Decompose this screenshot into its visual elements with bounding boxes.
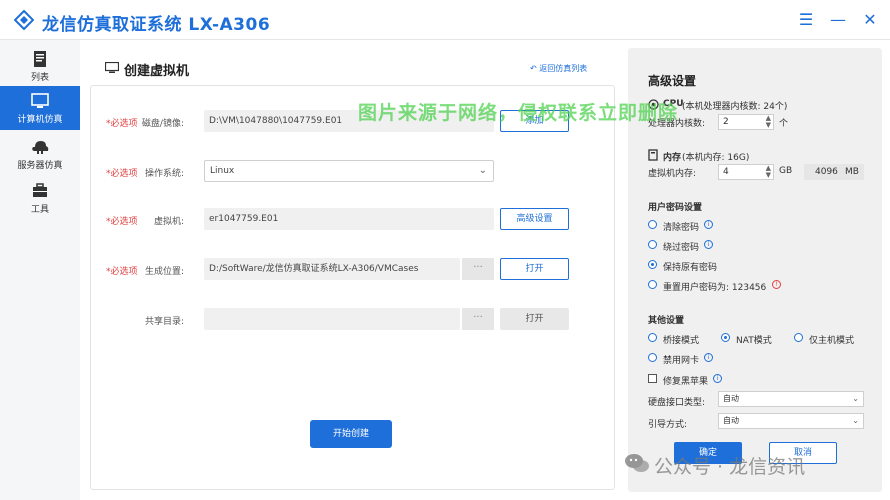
password-heading: 用户密码设置	[648, 203, 703, 213]
nat-mode-radio[interactable]	[721, 333, 730, 342]
bypass-password-label: 绕过密码	[663, 243, 700, 253]
sidebar-item-label: 服务器仿真	[17, 161, 63, 171]
keep-password-label: 保持原有密码	[663, 263, 718, 273]
start-create-button[interactable]: 开始创建	[310, 420, 392, 448]
keep-password-radio[interactable]	[648, 260, 657, 269]
monitor-small-icon	[105, 62, 119, 73]
close-icon[interactable]: ✕	[860, 10, 880, 30]
reset-password-radio[interactable]	[648, 280, 657, 289]
output-location-field[interactable]: D:/SoftWare/龙信仿真取证系统LX-A306/VMCases	[204, 258, 460, 280]
clear-password-label: 清除密码	[663, 223, 700, 233]
sidebar: 列表 计算机仿真 服务器仿真 工具	[0, 40, 80, 500]
advanced-title: 高级设置	[648, 74, 697, 88]
boot-mode-select[interactable]: 自动 ⌄	[718, 413, 864, 429]
back-arrow-icon: ↶	[530, 64, 537, 73]
chevron-down-icon: ⌄	[478, 165, 487, 176]
nat-mode-label: NAT模式	[736, 336, 772, 346]
disk-label: 磁盘/镜像:	[141, 119, 184, 129]
app-logo-icon	[14, 10, 34, 30]
sidebar-item-computer-sim[interactable]: 计算机仿真	[0, 86, 80, 130]
info-icon: i	[704, 240, 713, 249]
memory-heading: 内存	[663, 153, 682, 163]
share-dir-label: 共享目录:	[144, 317, 184, 327]
watermark-text-top: 图片来源于网络，侵权联系立即删除	[358, 102, 679, 124]
stepper-arrows-icon: ▲ ▼	[765, 114, 771, 129]
warning-icon: !	[772, 280, 781, 289]
stepper-arrows-icon: ▲ ▼	[765, 164, 771, 179]
other-settings-heading: 其他设置	[648, 316, 685, 326]
sidebar-item-label: 列表	[30, 73, 49, 83]
disable-nic-radio[interactable]	[648, 353, 657, 362]
cpu-unit: 个	[779, 119, 789, 129]
boot-mode-label: 引导方式:	[648, 420, 688, 430]
disk-interface-select[interactable]: 自动 ⌄	[718, 391, 864, 407]
os-label: 操作系统:	[144, 169, 184, 179]
location-label: 生成位置:	[144, 267, 184, 277]
browse-share-button[interactable]: ···	[462, 308, 494, 330]
os-select[interactable]: Linux ⌄	[204, 160, 494, 182]
title-bar: 龙信仿真取证系统 LX-A306 ☰ — ✕	[0, 0, 890, 40]
wechat-icon	[625, 454, 649, 472]
app-title: 龙信仿真取证系统 LX-A306	[42, 15, 271, 35]
chevron-down-icon: ⌄	[852, 394, 859, 403]
memory-mb-field: 4096 MB	[804, 164, 864, 180]
cpu-cores-stepper[interactable]: 2 ▲ ▼	[718, 114, 774, 130]
host-only-label: 仅主机模式	[809, 336, 855, 346]
bridge-mode-label: 桥接模式	[663, 336, 700, 346]
chevron-down-icon: ⌄	[852, 416, 859, 425]
info-icon: i	[704, 353, 713, 362]
reset-password-label: 重置用户密码为: 123456	[663, 283, 767, 293]
sidebar-item-label: 工具	[30, 205, 49, 215]
memory-gb-unit: GB	[779, 166, 793, 176]
disk-interface-label: 硬盘接口类型:	[648, 398, 706, 408]
minimize-icon[interactable]: —	[828, 10, 848, 30]
vm-memory-label: 虚拟机内存:	[648, 169, 697, 179]
server-icon	[32, 141, 49, 154]
vm-label: 虚拟机:	[153, 217, 184, 227]
vm-name-field[interactable]: er1047759.E01	[204, 208, 494, 230]
cpu-note: (本机处理器内核数: 24个)	[682, 102, 788, 112]
doc-icon	[34, 51, 46, 67]
bypass-password-radio[interactable]	[648, 240, 657, 249]
browse-location-button[interactable]: ···	[462, 258, 494, 280]
menu-icon[interactable]: ☰	[796, 10, 816, 30]
sidebar-item-list[interactable]: 列表	[0, 44, 80, 88]
disable-nic-label: 禁用网卡	[663, 356, 700, 366]
monitor-icon	[31, 93, 49, 108]
open-location-button[interactable]: 打开	[500, 258, 569, 280]
share-dir-field[interactable]	[204, 308, 460, 330]
clear-password-radio[interactable]	[648, 220, 657, 229]
back-to-list-link[interactable]: ↶ 返回仿真列表	[530, 63, 587, 74]
vm-memory-stepper[interactable]: 4 ▲ ▼	[718, 164, 774, 180]
open-share-button[interactable]: 打开	[500, 308, 569, 330]
watermark-text-bottom: 公众号 · 龙信资讯	[654, 456, 806, 478]
info-icon: i	[704, 220, 713, 229]
info-icon: i	[713, 374, 722, 383]
memory-note: (本机内存: 16G)	[682, 153, 750, 163]
sidebar-item-server-sim[interactable]: 服务器仿真	[0, 132, 80, 176]
toolbox-icon	[33, 183, 47, 197]
sidebar-item-label: 计算机仿真	[17, 115, 63, 125]
host-only-radio[interactable]	[794, 333, 803, 342]
advanced-settings-button[interactable]: 高级设置	[500, 208, 569, 230]
memory-icon	[648, 149, 658, 161]
sidebar-item-tools[interactable]: 工具	[0, 176, 80, 220]
fix-hackintosh-label: 修复黑苹果	[663, 377, 709, 387]
page-title: 创建虚拟机	[124, 64, 190, 79]
bridge-mode-radio[interactable]	[648, 333, 657, 342]
fix-hackintosh-checkbox[interactable]	[648, 374, 657, 383]
